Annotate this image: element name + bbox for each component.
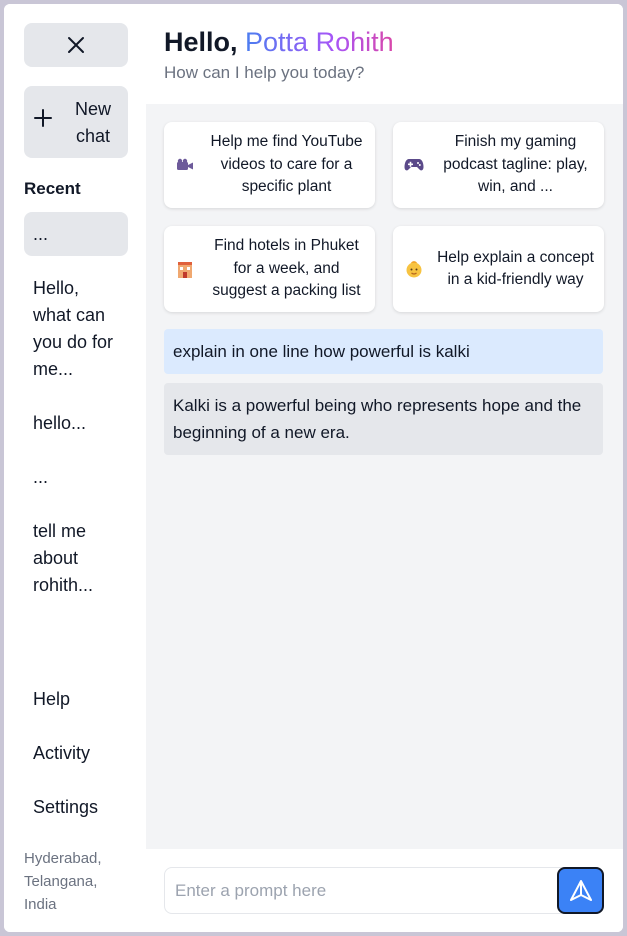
prompt-input[interactable] bbox=[164, 867, 604, 914]
sidebar: New chat Recent ... Hello, what can you … bbox=[4, 4, 146, 932]
close-sidebar-button[interactable] bbox=[24, 23, 128, 67]
page-subtitle: How can I help you today? bbox=[164, 63, 365, 82]
game-controller-icon bbox=[393, 158, 435, 172]
recent-heading: Recent bbox=[24, 179, 81, 198]
recent-chat-item[interactable]: tell me about rohith... bbox=[24, 518, 128, 599]
recent-chat-label: ... bbox=[33, 467, 49, 487]
suggestion-card[interactable]: Help explain a concept in a kid-friendly… bbox=[393, 226, 604, 312]
hotel-icon bbox=[164, 260, 206, 278]
activity-link[interactable]: Activity bbox=[33, 743, 90, 764]
main-panel: Hello, Potta Rohith How can I help you t… bbox=[146, 4, 623, 932]
user-message: explain in one line how powerful is kalk… bbox=[164, 329, 603, 374]
recent-chat-item[interactable]: ... bbox=[24, 464, 128, 491]
header: Hello, Potta Rohith How can I help you t… bbox=[146, 4, 623, 104]
settings-link[interactable]: Settings bbox=[33, 797, 98, 818]
recent-chat-label: hello... bbox=[33, 413, 87, 433]
close-icon bbox=[68, 37, 84, 53]
recent-chat-label: ... bbox=[33, 223, 49, 244]
suggestion-text: Finish my gaming podcast tagline: play, … bbox=[443, 133, 588, 196]
greeting-prefix: Hello, bbox=[164, 27, 238, 57]
recent-chat-label: Hello, what can you do for me... bbox=[33, 278, 114, 379]
recent-chat-item[interactable]: Hello, what can you do for me... bbox=[24, 275, 128, 383]
recent-chat-item[interactable]: hello... bbox=[24, 410, 128, 437]
greeting: Hello, Potta Rohith bbox=[164, 27, 394, 58]
suggestion-card[interactable]: Finish my gaming podcast tagline: play, … bbox=[393, 122, 604, 208]
recent-chat-item[interactable]: ... bbox=[24, 212, 128, 256]
prompt-bar bbox=[146, 849, 623, 932]
send-button[interactable] bbox=[557, 867, 604, 914]
new-chat-label: New chat bbox=[74, 99, 111, 146]
recent-chat-label: tell me about rohith... bbox=[33, 521, 94, 595]
app-window: New chat Recent ... Hello, what can you … bbox=[4, 4, 623, 932]
help-link[interactable]: Help bbox=[33, 689, 70, 710]
suggestion-text: Help me find YouTube videos to care for … bbox=[210, 133, 363, 196]
send-icon bbox=[569, 879, 592, 901]
suggestion-text: Find hotels in Phuket for a week, and su… bbox=[212, 237, 361, 300]
location-text: Hyderabad, Telangana, India bbox=[24, 850, 102, 913]
new-chat-button[interactable]: New chat bbox=[24, 86, 128, 158]
user-name: Potta Rohith bbox=[245, 27, 394, 57]
video-camera-icon bbox=[164, 158, 206, 172]
suggestion-card[interactable]: Help me find YouTube videos to care for … bbox=[164, 122, 375, 208]
plus-icon bbox=[33, 108, 53, 133]
suggestion-card[interactable]: Find hotels in Phuket for a week, and su… bbox=[164, 226, 375, 312]
baby-icon bbox=[393, 260, 435, 278]
suggestion-text: Help explain a concept in a kid-friendly… bbox=[437, 248, 594, 289]
assistant-message: Kalki is a powerful being who represents… bbox=[164, 383, 603, 455]
